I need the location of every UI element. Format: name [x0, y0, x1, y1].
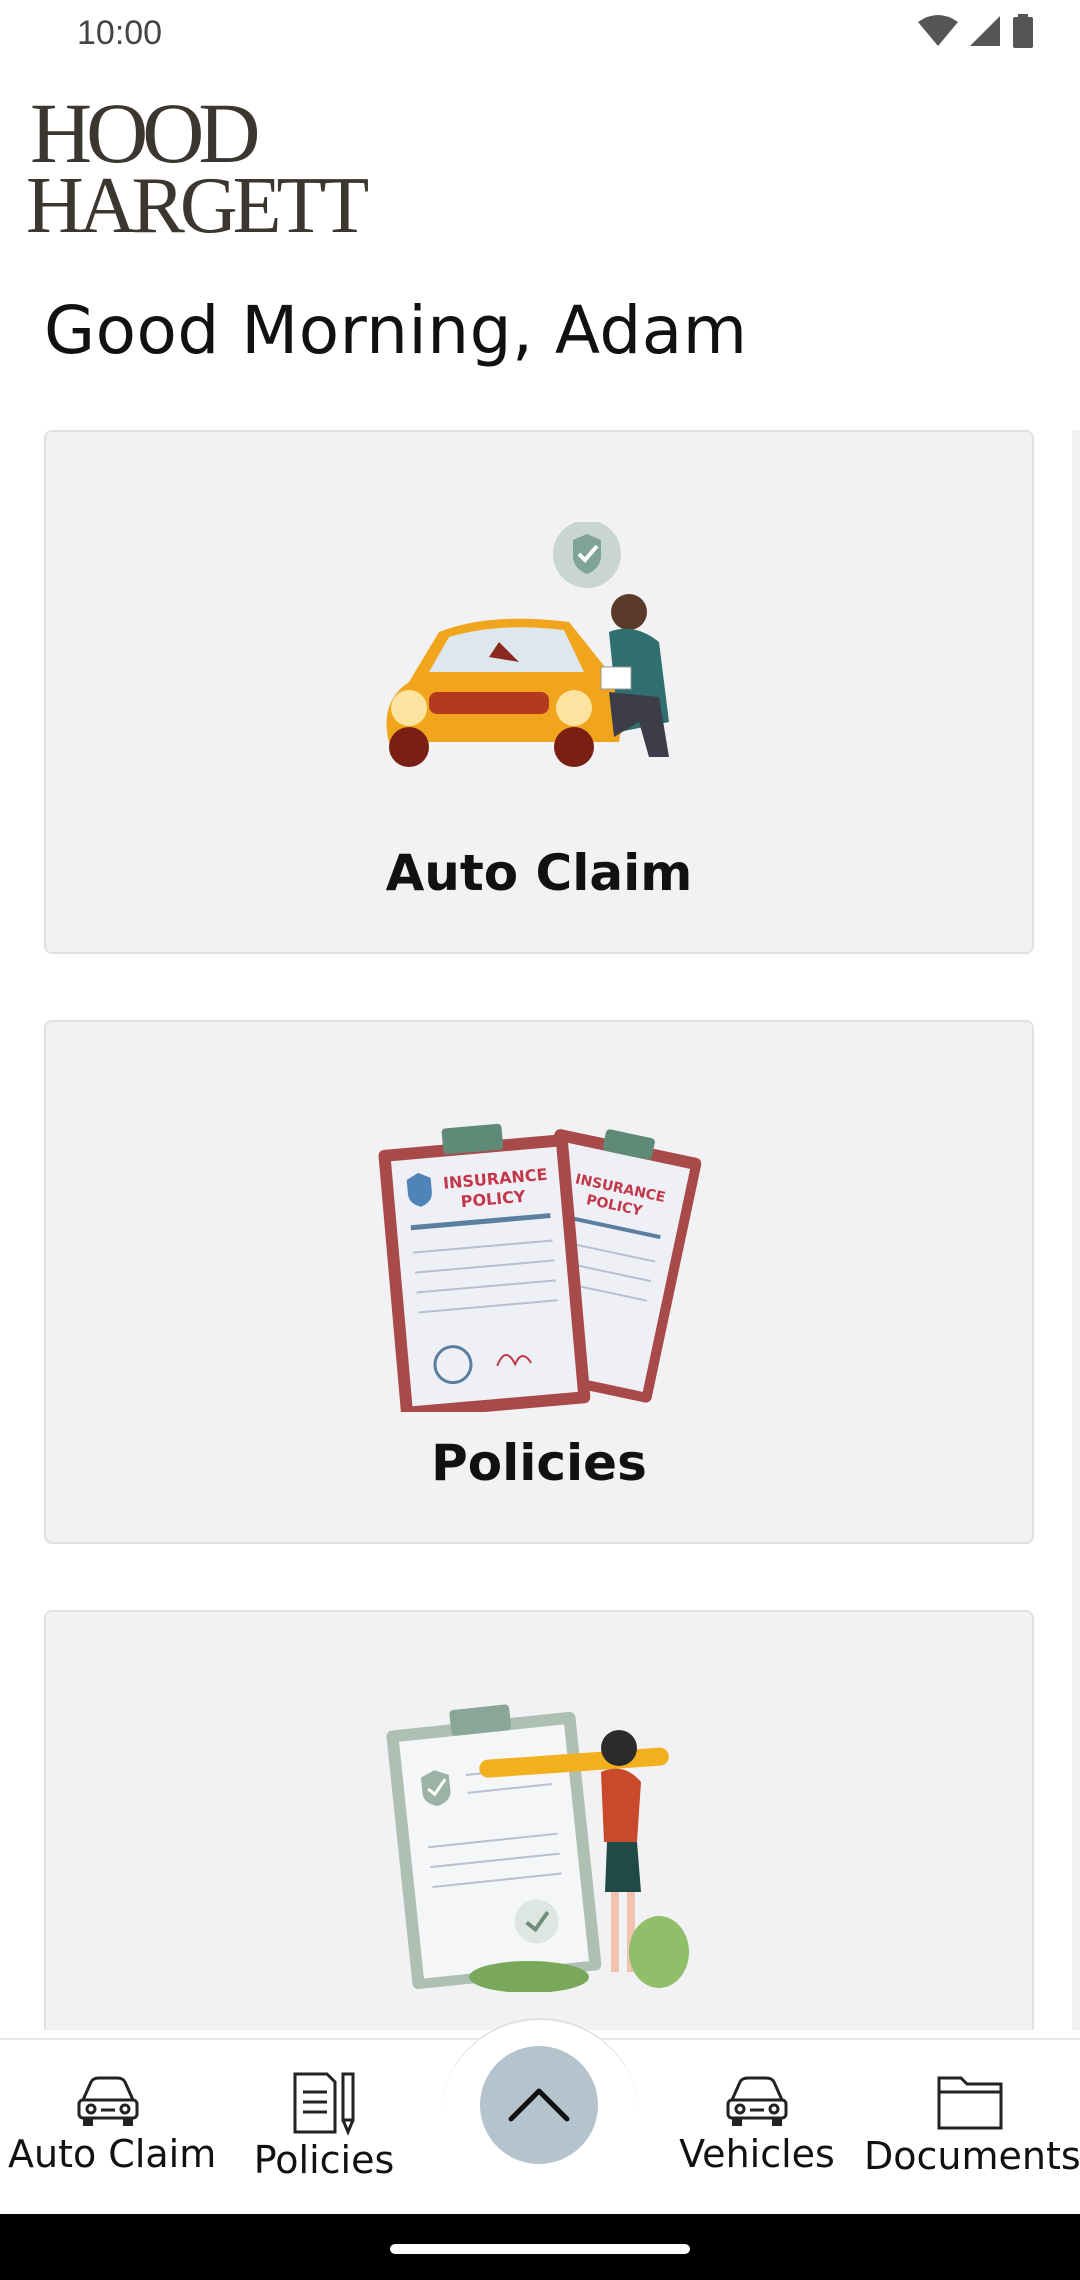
auto-claim-card[interactable]: Auto Claim	[44, 430, 1034, 954]
logo-line-2: HARGETT	[26, 162, 368, 242]
scroll-track	[1072, 430, 1080, 2030]
nav-label-documents: Documents	[864, 2134, 1080, 2178]
nav-item-policies[interactable]: Policies	[244, 2070, 404, 2182]
checklist-illustration	[379, 1702, 699, 1996]
nav-item-documents[interactable]: Documents	[864, 2070, 1080, 2178]
policy-documents-illustration: INSURANCE POLICY INSURANCE POLICY	[359, 1112, 719, 1419]
greeting-title: Good Morning, Adam	[44, 292, 748, 369]
nav-item-auto-claim[interactable]: Auto Claim	[8, 2070, 217, 2176]
expand-menu-button[interactable]	[480, 2046, 598, 2164]
car-icon	[77, 2076, 139, 2126]
car-damage-illustration	[369, 520, 709, 776]
nav-label-auto-claim: Auto Claim	[8, 2132, 217, 2176]
checklist-card[interactable]	[44, 1610, 1034, 2030]
policies-card[interactable]: INSURANCE POLICY INSURANCE POLICY Polici…	[44, 1020, 1034, 1544]
signal-icon	[970, 16, 1000, 46]
nav-label-vehicles: Vehicles	[679, 2132, 835, 2176]
car-icon	[726, 2076, 788, 2126]
battery-icon	[1013, 14, 1033, 48]
document-pencil-icon	[293, 2072, 355, 2136]
status-time: 10:00	[77, 14, 163, 52]
status-icons	[918, 14, 1034, 48]
nav-item-vehicles[interactable]: Vehicles	[672, 2070, 842, 2176]
chevron-up-icon	[508, 2088, 570, 2122]
folder-icon	[937, 2076, 1003, 2130]
policies-card-label: Policies	[431, 1434, 647, 1492]
wifi-icon	[918, 15, 958, 46]
brand-logo: HOOD HARGETT	[24, 92, 544, 242]
auto-claim-card-label: Auto Claim	[385, 844, 693, 902]
nav-label-policies: Policies	[253, 2138, 395, 2182]
system-gesture-bar	[0, 2214, 1080, 2280]
home-gesture-handle[interactable]	[390, 2244, 690, 2254]
status-bar: 10:00	[0, 0, 1080, 70]
